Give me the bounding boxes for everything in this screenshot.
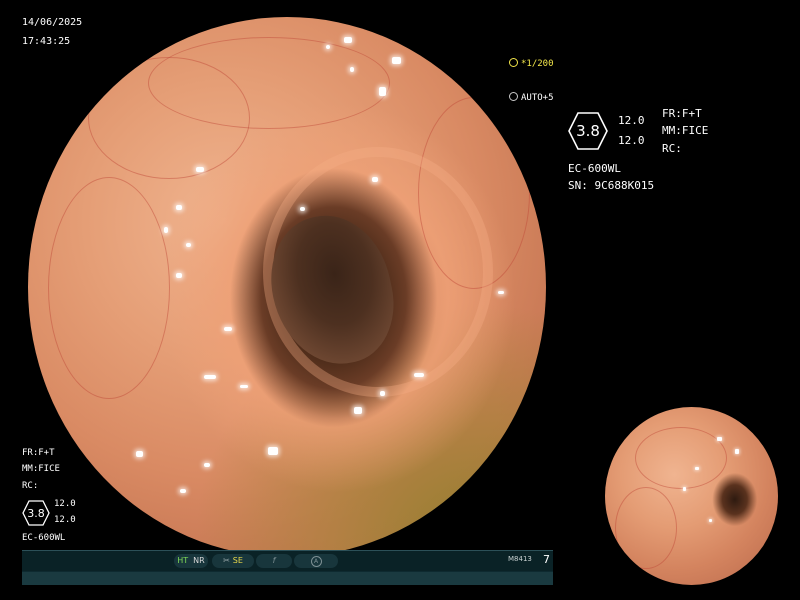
- light-reflection: [380, 391, 385, 396]
- vessel: [48, 177, 170, 399]
- light-reflection: [224, 327, 232, 331]
- light-reflection: [180, 489, 186, 493]
- light-reflection: [326, 45, 330, 49]
- endoscope-pip-view: [605, 407, 778, 585]
- scissors-icon: ✂: [223, 556, 230, 565]
- light-reflection: [372, 177, 378, 182]
- shutter-line: *1/200: [509, 58, 554, 70]
- right-mm-label: MM:FICE: [662, 124, 709, 137]
- auto-exposure-icon: [509, 92, 518, 101]
- circled-a-icon: A: [310, 556, 322, 567]
- left-hex-value: 3.8: [27, 506, 45, 520]
- light-reflection: [350, 67, 354, 72]
- camera-shutter-icon: [509, 58, 518, 67]
- left-scope-model: EC-600WL: [22, 533, 66, 543]
- scope-model: EC-600WL: [568, 162, 621, 175]
- light-reflection: [717, 437, 722, 441]
- se-label: SE: [232, 556, 243, 565]
- status-bar: HT NR ✂ SE f A M8413 7: [22, 550, 553, 585]
- vessel: [615, 487, 677, 569]
- date-readout: 14/06/2025: [22, 17, 83, 28]
- light-reflection: [695, 467, 699, 470]
- right-rc-label: RC:: [662, 142, 682, 155]
- se-indicator[interactable]: ✂ SE: [212, 554, 254, 568]
- light-reflection: [196, 167, 204, 172]
- vessel: [635, 427, 727, 489]
- nr-label: NR: [193, 556, 205, 565]
- vessel: [148, 37, 390, 129]
- ht-label: HT: [177, 556, 189, 565]
- frame-number: 7: [543, 553, 550, 566]
- light-reflection: [204, 375, 216, 379]
- light-reflection: [683, 487, 686, 491]
- light-reflection: [176, 205, 182, 210]
- endoscopy-screen: 14/06/2025 17:43:25 *1/200 AUTO+5 3.8 12…: [0, 0, 800, 600]
- endoscope-main-view: [28, 17, 546, 557]
- light-reflection: [498, 291, 504, 294]
- light-reflection: [164, 227, 168, 233]
- light-reflection: [735, 449, 739, 454]
- light-reflection: [176, 273, 182, 278]
- light-reflection: [379, 87, 386, 96]
- machine-code: M8413: [508, 555, 532, 563]
- light-reflection: [204, 463, 210, 467]
- left-value-2: 12.0: [54, 515, 76, 525]
- scope-serial: SN: 9C688K015: [568, 179, 655, 192]
- light-reflection: [354, 407, 362, 414]
- ht-nr-indicator[interactable]: HT NR: [174, 554, 208, 568]
- time-readout: 17:43:25: [22, 36, 71, 47]
- left-rc-label: RC:: [22, 481, 39, 491]
- auto-value: AUTO+5: [521, 93, 554, 103]
- light-reflection: [392, 57, 401, 64]
- light-reflection: [136, 451, 143, 457]
- light-reflection: [414, 373, 424, 377]
- right-fr-label: FR:F+T: [662, 107, 702, 120]
- right-value-1: 12.0: [618, 114, 645, 127]
- left-mm-label: MM:FICE: [22, 464, 60, 474]
- exposure-block: *1/200 AUTO+5: [509, 36, 554, 126]
- status-row-lower: [22, 572, 553, 585]
- auto-line: AUTO+5: [509, 92, 554, 104]
- right-value-2: 12.0: [618, 134, 645, 147]
- function-indicator[interactable]: f: [256, 554, 292, 568]
- shutter-value: *1/200: [521, 59, 554, 69]
- light-reflection: [300, 207, 305, 211]
- light-reflection: [709, 519, 712, 522]
- left-value-1: 12.0: [54, 499, 76, 509]
- function-icon: f: [272, 556, 276, 565]
- a-indicator[interactable]: A: [294, 554, 338, 568]
- light-reflection: [186, 243, 191, 247]
- light-reflection: [344, 37, 352, 43]
- light-reflection: [268, 447, 278, 455]
- right-hex-value: 3.8: [576, 122, 600, 140]
- light-reflection: [240, 385, 248, 388]
- left-fr-label: FR:F+T: [22, 448, 55, 458]
